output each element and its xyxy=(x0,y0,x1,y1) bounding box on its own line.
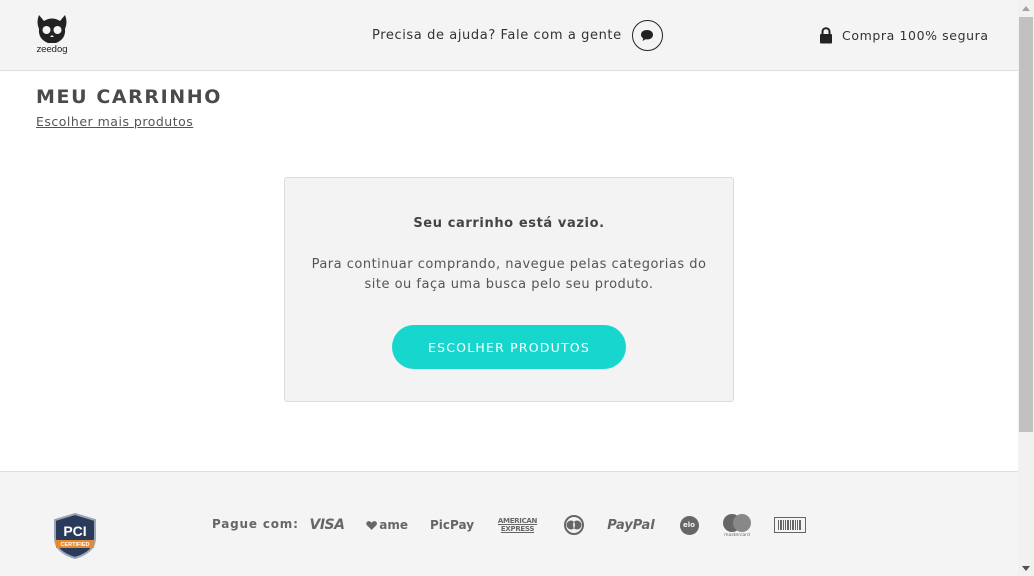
scroll-up-arrow-icon[interactable] xyxy=(1018,0,1034,16)
amex-line-2: EXPRESS xyxy=(500,525,535,533)
paypal-icon: PayPal xyxy=(607,517,655,533)
mastercard-icon: mastercard xyxy=(721,512,753,540)
elo-label: elo xyxy=(679,515,699,535)
diners-club-icon xyxy=(562,513,586,537)
logo-text: zeedog xyxy=(36,45,68,55)
header: zeedog Precisa de ajuda? Fale com a gent… xyxy=(0,0,1018,71)
secure-purchase: Compra 100% segura xyxy=(819,26,989,44)
empty-cart-title: Seu carrinho está vazio. xyxy=(413,216,605,231)
mastercard-label: mastercard xyxy=(724,533,750,538)
page: zeedog Precisa de ajuda? Fale com a gent… xyxy=(0,0,1018,576)
empty-cart-card: Seu carrinho está vazio. Para continuar … xyxy=(284,177,734,402)
chat-bubble-icon xyxy=(641,29,654,41)
pci-certified-label: CERTIFIED xyxy=(60,542,89,548)
pci-certified-badge: PCI CERTIFIED xyxy=(54,512,96,560)
scrollbar-thumb[interactable] xyxy=(1019,17,1033,432)
chat-button[interactable] xyxy=(631,19,663,51)
picpay-icon: PicPay xyxy=(429,518,475,532)
page-title: MEU CARRINHO xyxy=(36,86,223,108)
amex-line-1: AMERICAN xyxy=(497,517,538,525)
lock-icon xyxy=(820,26,832,43)
elo-icon: elo xyxy=(679,513,699,537)
help-contact[interactable]: Precisa de ajuda? Fale com a gente xyxy=(372,19,663,51)
zeedog-logo[interactable]: zeedog xyxy=(34,12,70,58)
footer: PCI CERTIFIED Pague com: VISA ame PicPay… xyxy=(0,471,1018,576)
help-text: Precisa de ajuda? Fale com a gente xyxy=(372,27,622,43)
scroll-down-arrow-icon[interactable] xyxy=(1018,560,1034,576)
pay-with-label: Pague com: xyxy=(212,517,299,531)
empty-cart-message: Para continuar comprando, navegue pelas … xyxy=(311,257,707,292)
heart-icon xyxy=(366,520,377,530)
secure-text: Compra 100% segura xyxy=(842,27,989,43)
pci-label: PCI xyxy=(63,523,86,539)
choose-products-button[interactable]: ESCOLHER PRODUTOS xyxy=(392,325,626,369)
ame-label: ame xyxy=(379,518,408,532)
choose-more-products-link[interactable]: Escolher mais produtos xyxy=(36,114,193,129)
boleto-barcode-icon xyxy=(774,513,806,537)
ame-icon: ame xyxy=(366,513,408,537)
american-express-icon: AMERICAN EXPRESS xyxy=(494,513,541,537)
skull-icon xyxy=(37,15,67,43)
visa-icon: VISA xyxy=(309,517,345,533)
